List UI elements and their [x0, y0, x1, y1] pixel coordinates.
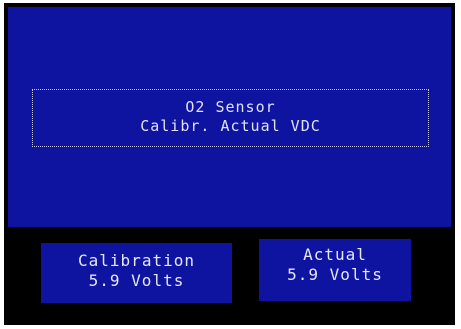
sensor-title-box: O2 Sensor Calibr. Actual VDC	[32, 89, 429, 147]
actual-readout[interactable]: Actual 5.9 Volts	[259, 239, 411, 301]
calibration-label: Calibration	[78, 251, 195, 270]
calibration-value: 5.9 Volts	[88, 271, 185, 290]
actual-label: Actual	[303, 245, 367, 264]
actual-value: 5.9 Volts	[287, 265, 383, 284]
calibration-readout[interactable]: Calibration 5.9 Volts	[41, 243, 232, 303]
sensor-subtitle: Calibr. Actual VDC	[140, 117, 321, 135]
device-display: O2 Sensor Calibr. Actual VDC Calibration…	[4, 3, 455, 325]
sensor-title: O2 Sensor	[185, 98, 276, 116]
